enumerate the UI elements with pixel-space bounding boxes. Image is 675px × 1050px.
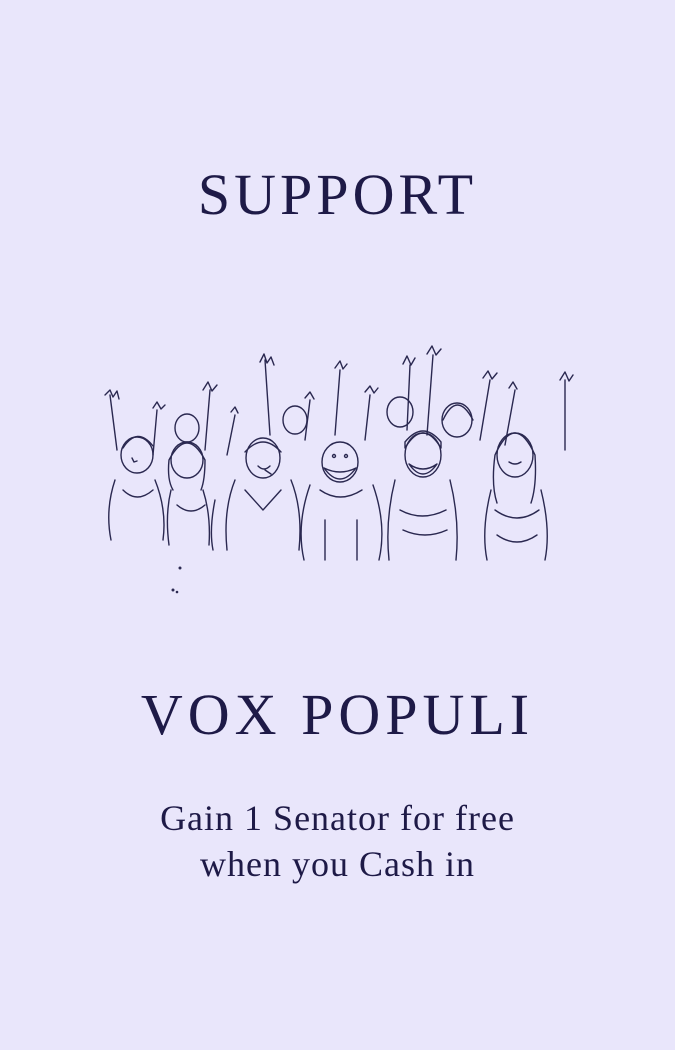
effect-line-1: Gain 1 Senator for free	[160, 798, 515, 838]
card-title: VOX POPULI	[140, 682, 535, 747]
sketch-marks	[171, 566, 182, 594]
cheering-crowd-icon	[104, 345, 574, 594]
front-row-heads	[120, 430, 537, 504]
support-card: SUPPORT VOX POPULI Gain 1 Senator for fr…	[0, 0, 675, 1050]
crowd-bodies	[108, 479, 548, 561]
card-type-label: SUPPORT	[197, 162, 478, 227]
card-effect-text: Gain 1 Senator for free when you Cash in	[0, 795, 675, 887]
effect-line-2: when you Cash in	[200, 844, 475, 884]
